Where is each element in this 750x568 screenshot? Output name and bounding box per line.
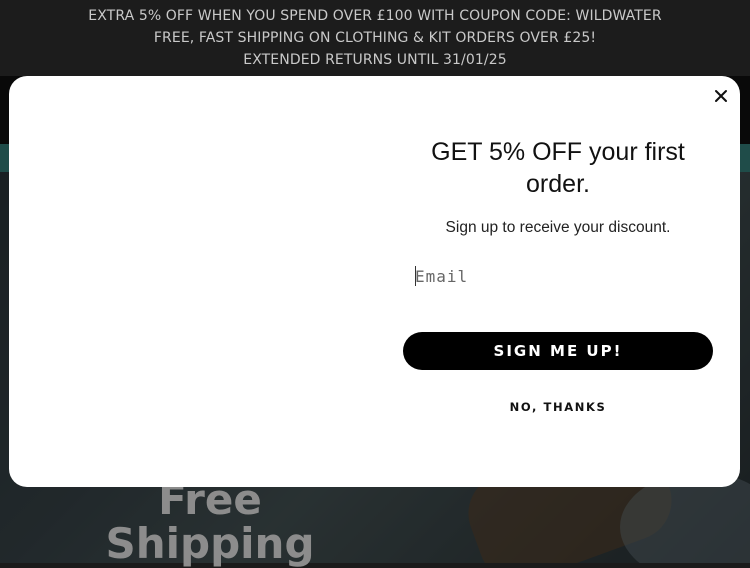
announcement-line: EXTRA 5% OFF WHEN YOU SPEND OVER £100 WI…	[88, 8, 662, 24]
close-button[interactable]	[711, 86, 731, 106]
close-icon	[715, 90, 727, 102]
hero-heading-line: Shipping	[105, 519, 315, 568]
announcement-bar: EXTRA 5% OFF WHEN YOU SPEND OVER £100 WI…	[0, 0, 750, 76]
announcement-line: FREE, FAST SHIPPING ON CLOTHING & KIT OR…	[153, 30, 597, 46]
popup-title: GET 5% OFF your first order.	[431, 138, 685, 198]
sign-up-button[interactable]: SIGN ME UP!	[403, 332, 713, 370]
text-cursor	[415, 266, 416, 286]
no-thanks-button[interactable]: NO, THANKS	[455, 396, 661, 418]
popup-subtitle: Sign up to receive your discount.	[445, 219, 671, 236]
announcement-line: EXTENDED RETURNS UNTIL 31/01/25	[243, 52, 507, 68]
discount-popup: GET 5% OFF your first order. Sign up to …	[9, 76, 740, 487]
email-input[interactable]	[405, 256, 711, 296]
